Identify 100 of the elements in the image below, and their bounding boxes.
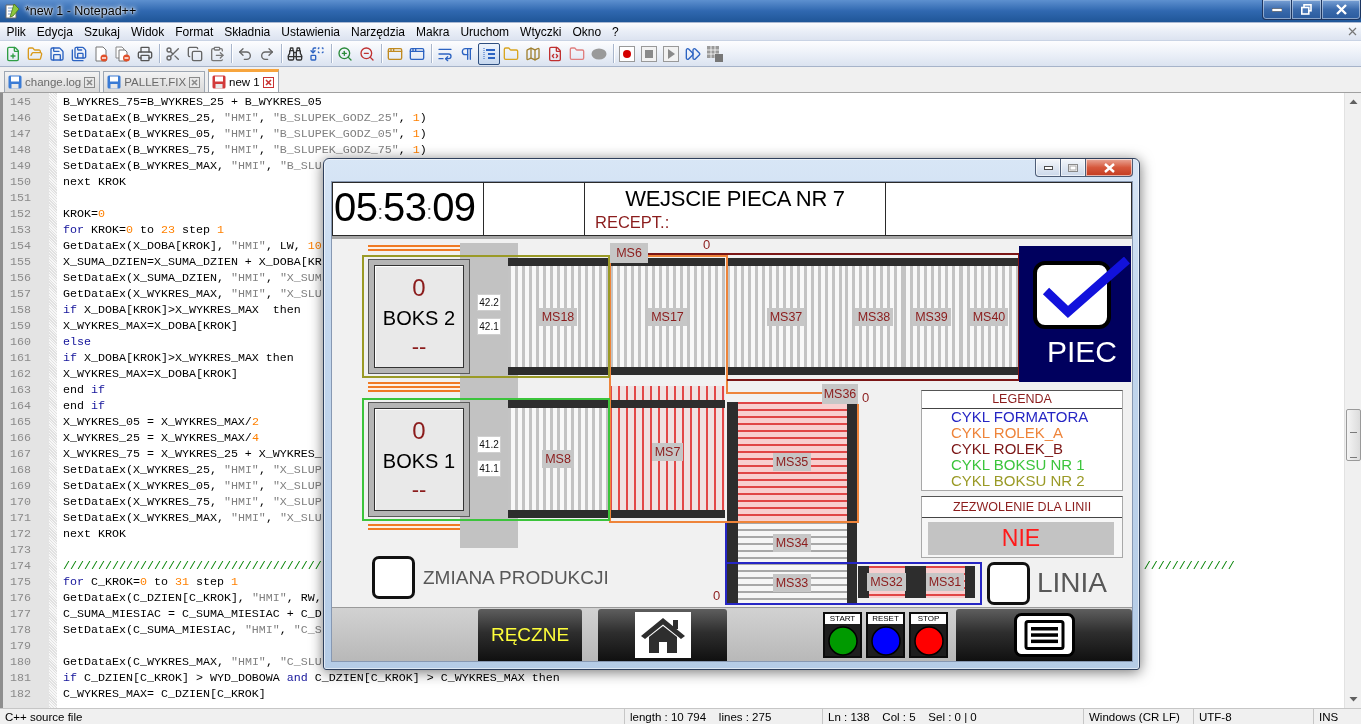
fast-forward-icon[interactable] [685, 45, 701, 62]
code-line: end if [63, 398, 105, 414]
zoom-out-icon[interactable] [359, 45, 375, 62]
scrollbar[interactable] [1344, 93, 1361, 708]
maximize-button[interactable] [1061, 159, 1086, 177]
line-number: 149 [10, 158, 31, 174]
checkbox[interactable] [372, 556, 415, 599]
line-number: 157 [10, 286, 31, 302]
station-label: MS36 [822, 384, 858, 404]
close-icon [1335, 4, 1347, 15]
code-line: SetDataEx(B_WYKRES_75, "HMI", "B_SLUPEK_GODZ_75", 1) [63, 142, 427, 158]
box-name: BOKS 1 [382, 448, 456, 474]
code-file-icon[interactable] [547, 45, 563, 62]
status-text: UTF-8 [1199, 710, 1232, 723]
minimize-button[interactable] [1262, 0, 1292, 20]
menu-item[interactable]: Narzędzia [345, 23, 411, 40]
menu-button[interactable] [956, 609, 1132, 661]
code-line: C_WYKRES_MAX= C_DZIEN[C_KROK] [63, 686, 266, 702]
menu-item[interactable]: ? [606, 23, 625, 40]
conveyor-label: MS18 [538, 307, 578, 326]
code-line: SetDataEx(X_WYKRES_MAX, "HMI", "X_SLU [63, 510, 322, 526]
close-file-icon[interactable] [93, 45, 109, 62]
line-number: 174 [10, 558, 31, 574]
record-icon[interactable] [619, 45, 635, 62]
checkbox[interactable] [987, 562, 1030, 605]
close-icon[interactable] [1348, 27, 1357, 36]
stop-icon[interactable] [641, 45, 657, 62]
start-button[interactable]: START [823, 612, 862, 658]
map-icon[interactable] [525, 45, 541, 62]
minimize-icon [1272, 7, 1282, 12]
home-button[interactable] [598, 609, 727, 661]
menu-item[interactable]: Widok [125, 23, 170, 40]
save-icon[interactable] [49, 45, 65, 62]
close-icon[interactable] [84, 76, 96, 88]
tab[interactable]: change.log [4, 71, 101, 92]
menu-item[interactable]: Edycja [31, 23, 79, 40]
window-icon[interactable] [387, 45, 403, 62]
close-icon [1103, 162, 1115, 173]
window-icon[interactable] [409, 45, 425, 62]
line-number: 156 [10, 270, 31, 286]
new-file-icon[interactable] [5, 45, 21, 62]
binoculars-icon[interactable] [287, 45, 303, 62]
permission-title: ZEZWOLENIE DLA LINII [922, 497, 1122, 518]
counter-value: 0 [862, 392, 870, 404]
sensor-label: 42.2 [477, 294, 501, 311]
line-number: 146 [10, 110, 31, 126]
save-all-icon[interactable] [71, 45, 87, 62]
code-line: X_WYKRES_25 = X_WYKRES_MAX/4 [63, 430, 259, 446]
zoom-in-icon[interactable] [337, 45, 353, 62]
code-line: if X_DOBA[KROK]>X_WYKRES_MAX then [63, 350, 294, 366]
line-number: 171 [10, 510, 31, 526]
box-name: BOKS 2 [382, 305, 456, 331]
menu-item[interactable]: Okno [566, 23, 607, 40]
paste-icon[interactable] [209, 45, 225, 62]
redo-icon[interactable] [259, 45, 275, 62]
minimize-button[interactable] [1035, 159, 1061, 177]
restore-button[interactable] [1292, 0, 1322, 20]
line-number: 178 [10, 622, 31, 638]
conveyor-label: MS39 [912, 307, 951, 326]
code-line: X_WYKRES_MAX=X_DOBA[KROK] [63, 366, 238, 382]
line-number: 145 [10, 94, 31, 110]
play-icon[interactable] [663, 45, 679, 62]
line-number: 152 [10, 206, 31, 222]
conveyor-label: MS38 [854, 307, 894, 326]
close-button[interactable] [1086, 159, 1133, 177]
maximize-icon [1068, 163, 1078, 172]
print-icon[interactable] [137, 45, 153, 62]
menu-item[interactable]: Format [169, 23, 219, 40]
grid-icon[interactable] [707, 45, 723, 62]
cut-icon[interactable] [165, 45, 181, 62]
code-line: ///////////// [1143, 558, 1235, 574]
close-all-icon[interactable] [115, 45, 131, 62]
line-number: 172 [10, 526, 31, 542]
mode-button[interactable]: RĘCZNE [478, 609, 582, 661]
menu-item[interactable]: Szukaj [78, 23, 126, 40]
menu-item[interactable]: Składnia [218, 23, 276, 40]
scrollbar-thumb[interactable] [1345, 409, 1361, 461]
code-line: GetDataEx(X_WYKRES_MAX, "HMI", "X_SLU [63, 286, 322, 302]
reset-button[interactable]: RESET [866, 612, 905, 658]
menu-item[interactable]: Uruchom [454, 23, 515, 40]
stop-button[interactable]: STOP [909, 612, 948, 658]
close-button[interactable] [1322, 0, 1361, 20]
tab[interactable]: PALLET.FIX [103, 71, 206, 92]
toggle-button[interactable] [478, 42, 500, 65]
close-icon[interactable] [262, 76, 274, 88]
close-icon[interactable] [189, 76, 201, 88]
menu-item[interactable]: Ustawienia [275, 23, 346, 40]
undo-icon[interactable] [237, 45, 253, 62]
menu-item[interactable]: Makra [410, 23, 455, 40]
menu-item[interactable]: Plik [1, 23, 32, 40]
menu-item[interactable]: Wtyczki [514, 23, 567, 40]
folder-icon[interactable] [569, 45, 585, 62]
furnace-label: PIEC [1047, 335, 1117, 369]
replace-icon[interactable] [309, 45, 325, 62]
copy-icon[interactable] [187, 45, 203, 62]
tab[interactable]: new 1 [208, 69, 279, 92]
line-number: 176 [10, 590, 31, 606]
line-number: 148 [10, 142, 31, 158]
furnace-panel[interactable]: PIEC [1019, 246, 1131, 382]
line-number: 147 [10, 126, 31, 142]
